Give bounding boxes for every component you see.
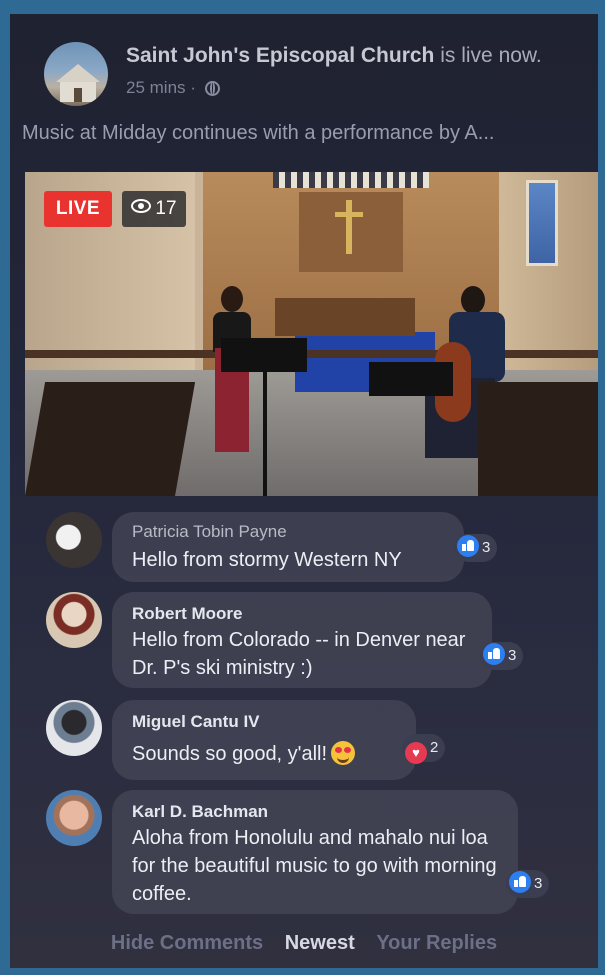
stained-glass-window	[526, 180, 558, 266]
hide-comments-button[interactable]: Hide Comments	[111, 932, 263, 954]
comment-text: Hello from Colorado -- in Denver near Dr…	[132, 629, 466, 679]
love-icon: ♥	[405, 742, 427, 764]
music-stand	[221, 338, 307, 372]
page-name-link[interactable]: Saint John's Episcopal Church	[126, 44, 434, 67]
newest-filter-button[interactable]: Newest	[285, 932, 355, 954]
like-icon	[509, 871, 531, 893]
reaction-badge[interactable]: ♥ 2	[402, 734, 446, 764]
like-icon	[457, 535, 479, 557]
reaction-badge[interactable]: 3	[454, 534, 498, 562]
eye-icon	[131, 199, 152, 213]
viewer-count-badge: 17	[122, 191, 186, 227]
video-player[interactable]: LIVE 17	[25, 172, 598, 496]
altar-cross	[346, 200, 352, 254]
post-title: Saint John's Episcopal Church is live no…	[126, 44, 542, 68]
comment-filter-bar: Hide Comments Newest Your Replies	[10, 932, 598, 955]
like-icon	[483, 643, 505, 665]
post-description[interactable]: Music at Midday continues with a perform…	[22, 122, 598, 145]
live-badge: LIVE	[44, 191, 112, 227]
heart-eyes-emoji-icon	[331, 741, 356, 765]
post-meta: 25 mins ·	[126, 78, 220, 98]
avatar[interactable]	[46, 700, 102, 756]
comment-author[interactable]: Robert Moore	[132, 604, 243, 624]
live-status-text: is live now.	[434, 44, 542, 67]
your-replies-button[interactable]: Your Replies	[376, 932, 497, 954]
avatar[interactable]	[46, 592, 102, 648]
comment-text: Hello from stormy Western NY	[132, 549, 402, 571]
comment-text: Sounds so good, y'all!	[132, 740, 356, 768]
post-time[interactable]: 25 mins	[126, 78, 186, 97]
viewer-count: 17	[155, 198, 177, 219]
comment-author[interactable]: Miguel Cantu IV	[132, 712, 260, 732]
avatar[interactable]	[46, 790, 102, 846]
page-avatar[interactable]	[44, 42, 108, 106]
avatar[interactable]	[46, 512, 102, 568]
comment-author[interactable]: Karl D. Bachman	[132, 802, 268, 822]
live-video-panel: Saint John's Episcopal Church is live no…	[10, 14, 598, 968]
reaction-badge[interactable]: 3	[480, 642, 524, 670]
reaction-badge[interactable]: 3	[506, 870, 550, 898]
violinist	[203, 286, 259, 460]
globe-icon	[204, 81, 220, 96]
music-stand	[369, 362, 453, 396]
comment-text: Aloha from Honolulu and mahalo nui loa f…	[132, 827, 497, 905]
comment-author[interactable]: Patricia Tobin Payne	[132, 522, 287, 542]
